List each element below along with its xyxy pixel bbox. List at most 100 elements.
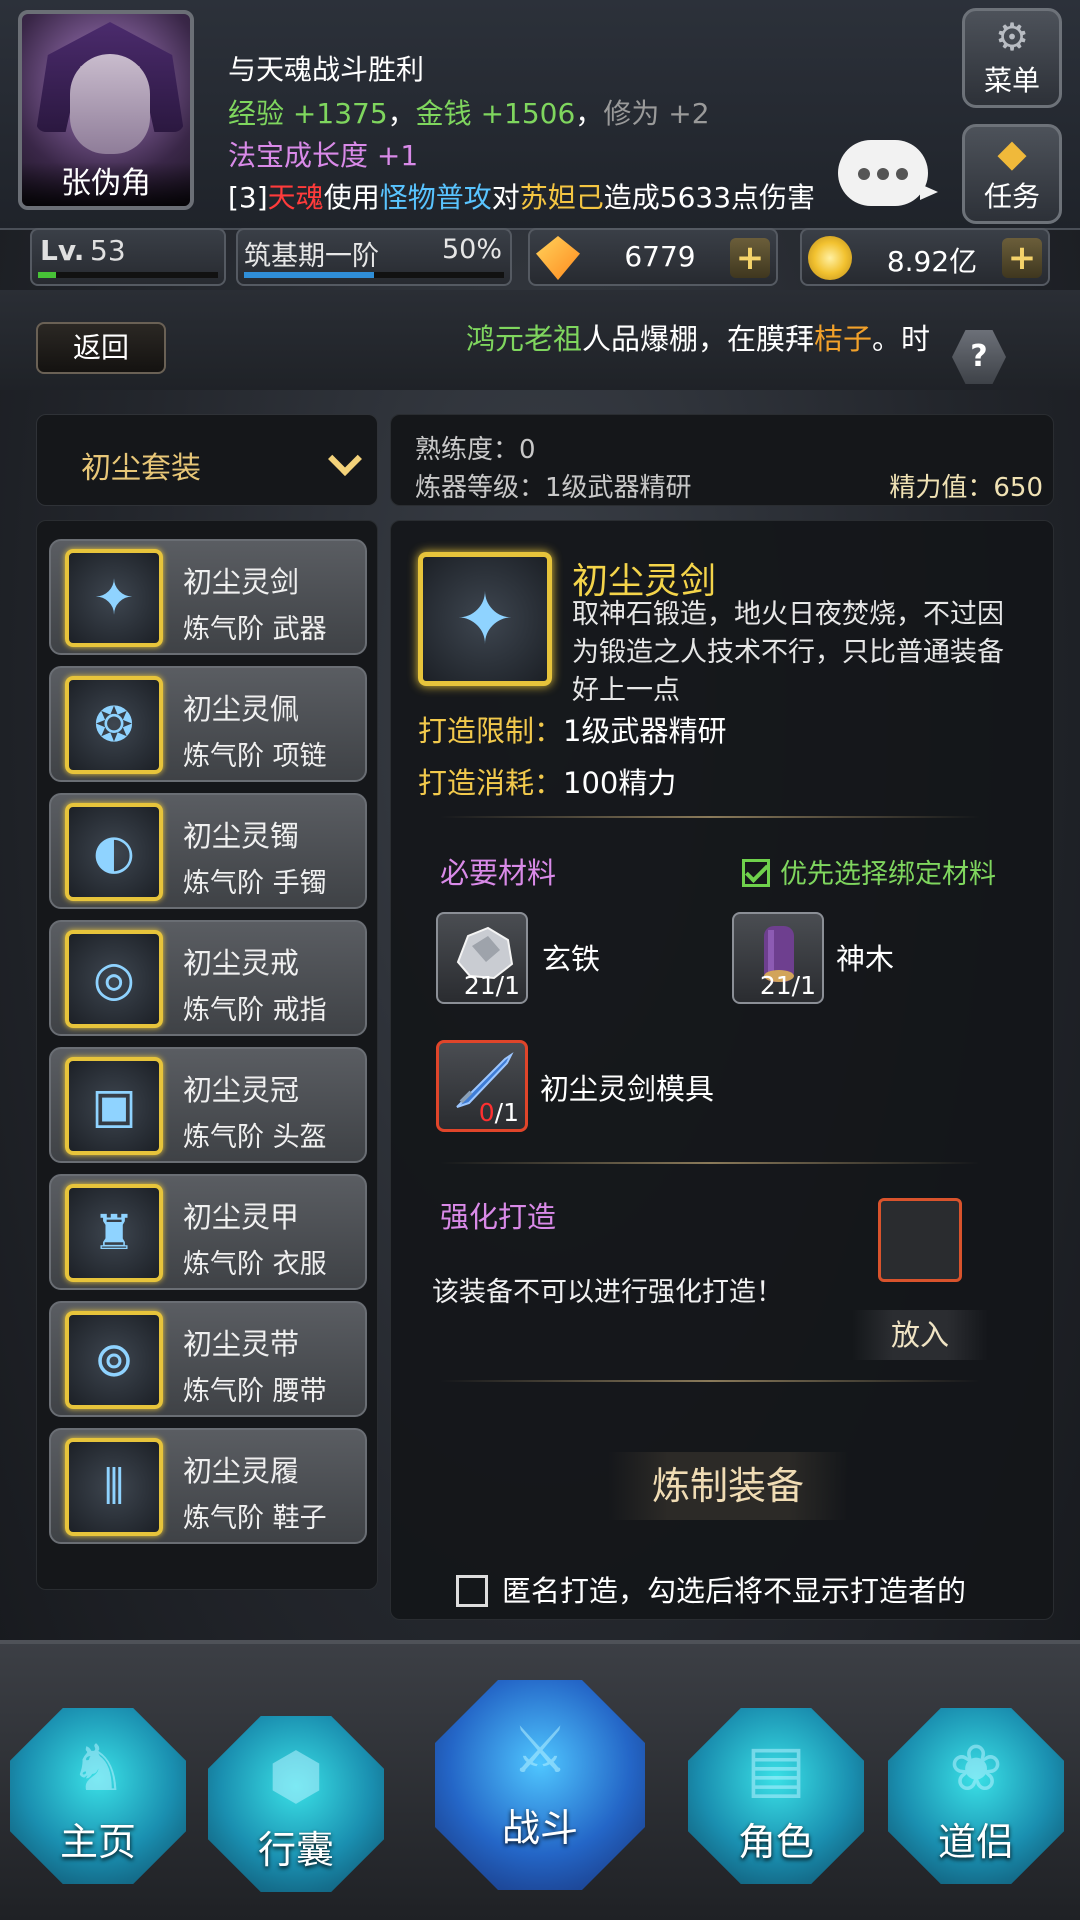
forge-info-bar: 熟练度：0 炼器等级：1级武器精研 精力值：650 — [390, 414, 1054, 506]
equipment-item-name: 初尘灵镯 — [183, 819, 300, 853]
bracelet-icon: ◐ — [65, 803, 163, 901]
player-name: 张伪角 — [22, 162, 190, 206]
mold-slot[interactable]: 0/1 — [436, 1040, 528, 1132]
helmet-icon: ▣ — [65, 1057, 163, 1155]
player-portrait[interactable]: 张伪角 — [18, 10, 194, 210]
log-damage: 造成5633点伤害 — [603, 181, 816, 214]
equipment-item[interactable]: ⫴ 初尘灵履 炼气阶 鞋子 — [49, 1428, 367, 1544]
notice-target: 桔子 — [814, 322, 873, 356]
money-label: 金钱 — [415, 97, 472, 130]
notice-text: 人品爆棚，在膜拜 — [582, 322, 815, 356]
equipment-item-type: 炼气阶 鞋子 — [183, 1503, 327, 1534]
equipment-item[interactable]: ✦ 初尘灵剑 炼气阶 武器 — [49, 539, 367, 655]
equipment-list: ✦ 初尘灵剑 炼气阶 武器 ❂ 初尘灵佩 炼气阶 项链 ◐ 初尘灵镯 炼气阶 手… — [36, 520, 378, 1590]
forge-limit-value: 1级武器精研 — [563, 714, 727, 748]
prefer-bound-label: 优先选择绑定材料 — [780, 859, 996, 890]
checkbox-checked-icon — [742, 859, 770, 887]
diamond-icon: ◆ — [997, 131, 1027, 175]
energy-text: 精力值：650 — [889, 473, 1043, 503]
sword-icon: ✦ — [418, 552, 552, 686]
anonymous-forge-checkbox[interactable]: 匿名打造，勾选后将不显示打造者的 — [456, 1568, 966, 1610]
nav-battle-label: 战斗 — [501, 1806, 578, 1850]
realm-bar: 筑基期一阶 50% — [236, 228, 512, 286]
equipment-item-type: 炼气阶 头盔 — [183, 1122, 327, 1153]
nav-bag[interactable]: ⬢ 行囊 — [208, 1716, 384, 1892]
equipment-item[interactable]: ◎ 初尘灵戒 炼气阶 戒指 — [49, 920, 367, 1036]
battle-rewards: 经验 +1375，金钱 +1506，修为 +2 — [228, 92, 710, 132]
task-button[interactable]: ◆ 任务 — [962, 124, 1062, 224]
enhance-slot[interactable] — [878, 1198, 962, 1282]
material-count: 21/1 — [759, 971, 816, 1000]
notice-player: 鸿元老祖 — [466, 322, 583, 356]
cultivation-value: +2 — [668, 97, 710, 130]
equipment-item-type: 炼气阶 武器 — [183, 614, 327, 645]
add-gold-button[interactable]: + — [1002, 238, 1042, 278]
level-progress-fill — [38, 272, 56, 278]
equipment-set-dropdown[interactable]: 初尘套装 — [36, 414, 378, 506]
material-slot[interactable]: 21/1 — [436, 912, 528, 1004]
home-icon: ♞ — [69, 1732, 127, 1806]
equipment-item[interactable]: ◐ 初尘灵镯 炼气阶 手镯 — [49, 793, 367, 909]
equipment-item[interactable]: ▣ 初尘灵冠 炼气阶 头盔 — [49, 1047, 367, 1163]
menu-button[interactable]: ⚙ 菜单 — [962, 8, 1062, 108]
material-name: 玄铁 — [542, 942, 601, 976]
chevron-down-icon — [328, 442, 362, 476]
partner-icon: ❀ — [949, 1732, 1003, 1806]
notice-tail: 。时 — [872, 322, 931, 356]
gem-icon — [536, 236, 580, 280]
equipment-item-name: 初尘灵佩 — [183, 692, 300, 726]
gem-currency: 6779 + — [528, 228, 778, 286]
task-label: 任务 — [983, 180, 1040, 213]
equipment-item[interactable]: ♜ 初尘灵甲 炼气阶 衣服 — [49, 1174, 367, 1290]
level-prefix: Lv. — [40, 234, 85, 267]
sword-icon: ✦ — [65, 549, 163, 647]
back-button[interactable]: 返回 — [36, 322, 166, 374]
material-slot[interactable]: 21/1 — [732, 912, 824, 1004]
divider — [440, 1380, 980, 1382]
log-actor: 天魂 — [267, 181, 324, 214]
prefer-bound-checkbox[interactable]: 优先选择绑定材料 — [742, 852, 996, 891]
equipment-item[interactable]: ❂ 初尘灵佩 炼气阶 项链 — [49, 666, 367, 782]
add-gems-button[interactable]: + — [730, 238, 770, 278]
growth-label: 法宝成长度 — [228, 139, 369, 172]
level-value: 53 — [90, 234, 126, 267]
nav-home[interactable]: ♞ 主页 — [10, 1708, 186, 1884]
forge-equipment-button[interactable]: 炼制装备 — [608, 1452, 848, 1520]
equipment-item[interactable]: ⊚ 初尘灵带 炼气阶 腰带 — [49, 1301, 367, 1417]
reward-sep-2: ， — [575, 97, 604, 130]
forge-limit-label: 打造限制： — [418, 714, 564, 748]
forge-cost-row: 打造消耗：100精力 — [418, 760, 676, 802]
equipment-item-type: 炼气阶 手镯 — [183, 868, 327, 899]
realm-label: 筑基期一阶 — [244, 241, 379, 272]
ring-icon: ◎ — [65, 930, 163, 1028]
damage-log: [3]天魂使用怪物普攻对苏妲己造成5633点伤害 — [228, 176, 815, 216]
log-index: [3] — [228, 181, 268, 214]
gold-currency: 8.92亿 + — [800, 228, 1050, 286]
nav-character[interactable]: ▤ 角色 — [688, 1708, 864, 1884]
put-in-button[interactable]: 放入 — [852, 1310, 988, 1360]
equipment-item-type: 炼气阶 衣服 — [183, 1249, 327, 1280]
forge-cost-label: 打造消耗： — [418, 766, 564, 800]
equipment-set-label: 初尘套装 — [81, 451, 201, 486]
exp-label: 经验 — [228, 97, 285, 130]
pendant-icon: ❂ — [65, 676, 163, 774]
materials-title: 必要材料 — [440, 856, 557, 890]
chat-bubble-icon[interactable] — [838, 140, 938, 206]
reward-sep-1: ， — [387, 97, 416, 130]
equipment-item-type: 炼气阶 戒指 — [183, 995, 327, 1026]
nav-partner[interactable]: ❀ 道侣 — [888, 1708, 1064, 1884]
log-target: 苏妲己 — [519, 181, 604, 214]
forge-limit-row: 打造限制：1级武器精研 — [418, 708, 726, 750]
menu-label: 菜单 — [983, 64, 1040, 97]
equipment-item-name: 初尘灵带 — [183, 1327, 300, 1361]
mold-need: /1 — [494, 1098, 519, 1127]
equipment-description: 取神石锻造，地火日夜焚烧，不过因为锻造之人技术不行，只比普通装备好上一点 — [572, 599, 1004, 706]
material-count: 21/1 — [463, 971, 520, 1000]
nav-battle[interactable]: ⚔ 战斗 — [435, 1680, 645, 1890]
coin-icon — [808, 236, 852, 280]
treasure-growth: 法宝成长度 +1 — [228, 134, 418, 174]
log-use: 使用 — [323, 181, 380, 214]
enhance-title: 强化打造 — [440, 1200, 557, 1234]
sword-icon: ⚔ — [511, 1714, 569, 1788]
mold-have: 0 — [478, 1098, 495, 1127]
